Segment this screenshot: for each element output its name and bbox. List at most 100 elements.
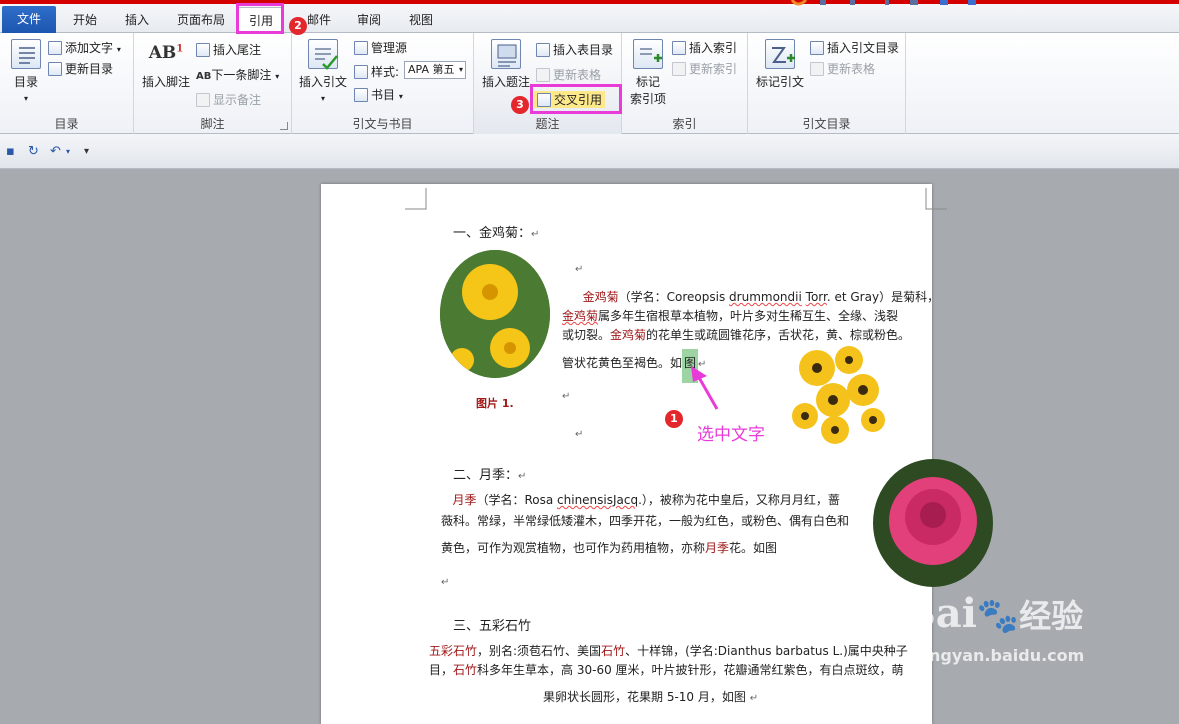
- chevron-down-icon: ▾: [116, 45, 121, 54]
- document-area: 一、金鸡菊：↵ 图片 1. ↵ 金鸡菊（学名：Coreopsis drummon…: [0, 170, 1179, 724]
- mark-entry-label-1: 标记: [635, 75, 660, 89]
- update-index-label: 更新索引: [689, 62, 738, 76]
- redo-icon[interactable]: ↻: [28, 144, 39, 159]
- rose-image: [873, 459, 993, 587]
- next-footnote-label: 下一条脚注: [211, 68, 272, 82]
- tab-home[interactable]: 开始: [60, 7, 110, 33]
- group-toc-label: 目录: [54, 117, 79, 131]
- insert-toa-icon: [810, 41, 824, 55]
- group-index-label: 索引: [672, 117, 697, 131]
- paragraph-mark: ↵: [575, 429, 584, 440]
- tab-insert[interactable]: 插入: [112, 7, 162, 33]
- manage-sources-icon: [354, 41, 368, 55]
- coreopsis-photo[interactable]: [440, 250, 550, 378]
- update-toc-label: 更新目录: [65, 62, 114, 76]
- document-page[interactable]: 一、金鸡菊：↵ 图片 1. ↵ 金鸡菊（学名：Coreopsis drummon…: [321, 184, 993, 724]
- refresh-icon: [672, 62, 686, 76]
- show-notes-button[interactable]: 显示备注: [196, 91, 261, 108]
- add-text-label: 添加文字: [65, 41, 114, 55]
- insert-toa-button[interactable]: 插入引文目录: [810, 39, 899, 56]
- coreopsis-image: [440, 250, 550, 378]
- tab-view[interactable]: 视图: [398, 7, 444, 33]
- insert-caption-button[interactable]: 插入题注: [478, 39, 534, 90]
- chevron-down-icon: ▾: [398, 92, 403, 101]
- update-toa-button[interactable]: 更新表格: [810, 60, 875, 77]
- manage-sources-button[interactable]: 管理源: [354, 39, 407, 56]
- s1-line-1: 金鸡菊（学名：Coreopsis drummondii Torr. et Gra…: [582, 290, 940, 304]
- insert-index-button[interactable]: 插入索引: [672, 39, 737, 56]
- chevron-down-icon: ▾: [458, 65, 463, 74]
- highlight-box-cross-reference: [530, 84, 622, 114]
- s3-line-3: 果卵状长圆形，花果期 5-10 月，如图 ↵: [543, 690, 759, 704]
- paw-icon: 🐾: [976, 596, 1020, 636]
- style-icon: [354, 65, 368, 79]
- insert-endnote-button[interactable]: 插入尾注: [196, 41, 261, 58]
- citation-style-select[interactable]: APA 第五 ▾: [404, 61, 466, 79]
- mark-entry-button[interactable]: 标记 索引项: [626, 39, 670, 107]
- annotation-arrow-icon: [691, 366, 719, 410]
- group-captions-label: 题注: [535, 117, 560, 131]
- insert-caption-icon: [491, 39, 521, 69]
- toolbar-app-icons: [790, 0, 976, 6]
- ribbon-tab-row: 文件 开始 插入 页面布局 引用 邮件 审阅 视图: [0, 4, 1179, 33]
- citation-style-value: APA 第五: [408, 63, 455, 76]
- quick-access-toolbar: ▪ ↻ ↶ ▾ ▾: [0, 134, 1179, 169]
- table-of-figures-icon: [536, 43, 550, 57]
- insert-index-label: 插入索引: [689, 41, 738, 55]
- update-table-button[interactable]: 更新表格: [536, 66, 601, 83]
- insert-toa-label: 插入引文目录: [827, 41, 900, 55]
- toc-icon: [11, 39, 41, 69]
- mark-citation-label: 标记引文: [755, 75, 804, 89]
- rose-photo[interactable]: [873, 459, 993, 587]
- undo-icon[interactable]: ↶: [50, 144, 61, 159]
- mark-citation-button[interactable]: 标记引文: [752, 39, 808, 90]
- chevron-down-icon: ▾: [275, 72, 280, 81]
- style-label: 样式:: [371, 65, 400, 79]
- s1-line-2: 金鸡菊属多年生宿根草本植物，叶片多对生稀互生、全缘、浅裂: [562, 309, 899, 323]
- s2-line-1: 月季（学名：Rosa chinensisJacq.），被称为花中皇后，又称月月红…: [452, 493, 840, 507]
- update-toc-button[interactable]: 更新目录: [48, 60, 113, 77]
- bibliography-button[interactable]: 书目 ▾: [354, 86, 403, 103]
- insert-citation-button[interactable]: 插入引文 ▾: [296, 39, 350, 104]
- step-badge-1: 1: [665, 410, 683, 428]
- insert-endnote-label: 插入尾注: [213, 43, 262, 57]
- tab-page-layout[interactable]: 页面布局: [166, 7, 236, 33]
- refresh-icon: [536, 68, 550, 82]
- s1-line-4: 管状花黄色至褐色。如图 ↵: [562, 349, 706, 383]
- group-authorities: 标记引文 插入引文目录 更新表格 引文目录: [748, 33, 906, 134]
- highlight-box-references-tab: [236, 3, 284, 34]
- black-eyed-susan-image[interactable]: [789, 342, 889, 446]
- insert-table-of-figures-button[interactable]: 插入表目录: [536, 41, 613, 58]
- insert-citation-icon: [308, 39, 338, 70]
- group-footnotes: AB1 插入脚注 插入尾注 AB下一条脚注 ▾ 显示备注 脚注: [134, 33, 292, 134]
- s1-line-3: 或切裂。金鸡菊的花单生或疏圆锥花序，舌状花，黄、棕或粉色。: [562, 328, 911, 342]
- section-3-heading: 三、五彩石竹: [453, 619, 532, 634]
- chevron-down-icon: ▾: [320, 94, 325, 103]
- chevron-down-icon: ▾: [23, 94, 28, 103]
- show-notes-icon: [196, 93, 210, 107]
- dialog-launcher-icon[interactable]: [280, 122, 288, 130]
- tab-file[interactable]: 文件: [2, 6, 56, 33]
- insert-table-of-figures-label: 插入表目录: [553, 43, 614, 57]
- toc-button[interactable]: 目录 ▾: [6, 39, 46, 104]
- margin-corner-mark: [405, 188, 427, 210]
- s3-line-2: 目，石竹科多年生草本，高 30-60 厘米，叶片披针形，花瓣通常红紫色，有白点斑…: [429, 663, 904, 677]
- group-footnotes-label: 脚注: [200, 117, 225, 131]
- show-notes-label: 显示备注: [213, 93, 262, 107]
- insert-footnote-button[interactable]: AB1 插入脚注: [140, 43, 192, 90]
- chevron-down-icon[interactable]: ▾: [66, 147, 70, 156]
- section-1-heading: 一、金鸡菊：↵: [453, 226, 540, 241]
- add-text-icon: [48, 41, 62, 55]
- style-label-row: 样式:: [354, 63, 399, 80]
- update-index-button[interactable]: 更新索引: [672, 60, 737, 77]
- add-text-button[interactable]: 添加文字 ▾: [48, 39, 121, 56]
- save-icon[interactable]: ▪: [6, 144, 15, 159]
- tab-review[interactable]: 审阅: [346, 7, 392, 33]
- paragraph-mark: ↵: [575, 264, 584, 275]
- figure-caption: 图片 1.: [476, 397, 514, 410]
- next-footnote-button[interactable]: AB下一条脚注 ▾: [196, 66, 279, 83]
- next-footnote-icon: AB: [196, 71, 212, 82]
- customize-toolbar-icon[interactable]: ▾: [84, 146, 89, 157]
- update-table-label: 更新表格: [553, 68, 602, 82]
- insert-footnote-label: 插入脚注: [141, 75, 190, 89]
